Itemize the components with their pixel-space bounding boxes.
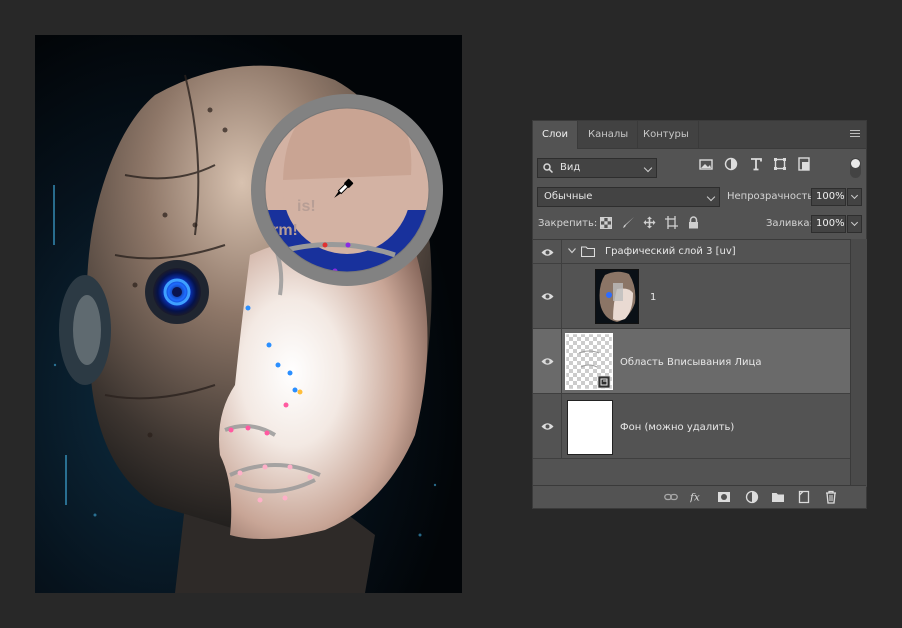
artwork: is! form! (35, 35, 462, 593)
new-group-folder-icon[interactable] (771, 490, 785, 504)
chevron-down-icon (850, 218, 859, 227)
layer-row-group[interactable]: Графический слой 3 [uv] (533, 240, 850, 264)
lock-artboard-icon[interactable] (665, 216, 678, 229)
filter-shape-layers-icon[interactable] (773, 157, 787, 171)
delete-layer-icon[interactable] (824, 490, 838, 504)
lock-position-icon[interactable] (643, 216, 656, 229)
layer-name: Графический слой 3 [uv] (605, 246, 736, 257)
layer-styles-fx-icon[interactable]: fx (690, 490, 704, 504)
layer-thumbnail-transparent (565, 333, 613, 390)
lock-all-icon[interactable] (688, 216, 699, 229)
filter-label: Вид (560, 162, 581, 173)
fill-input[interactable]: 100% (811, 215, 846, 233)
layer-thumbnail-white (567, 400, 613, 455)
filter-toggle[interactable] (850, 158, 861, 178)
layer-row-background[interactable]: Фон (можно удалить) (533, 394, 850, 459)
opacity-slider-toggle[interactable] (847, 188, 862, 206)
tab-layers[interactable]: Слои (533, 121, 578, 149)
add-mask-icon[interactable] (717, 490, 731, 504)
layer-row-1[interactable]: 1 (533, 264, 850, 329)
link-layers-icon[interactable] (664, 490, 678, 504)
layer-thumbnail-robot (595, 269, 639, 324)
layer-name: Область Вписывания Лица (620, 357, 762, 368)
filter-type-layers-icon[interactable] (749, 157, 763, 171)
document-canvas[interactable]: is! form! (35, 35, 462, 593)
blend-mode-value: Обычные (544, 191, 593, 202)
lock-image-pixels-icon[interactable] (622, 216, 635, 229)
fill-label: Заливка: (766, 218, 813, 229)
filter-adjustment-layers-icon[interactable] (724, 157, 738, 171)
lock-transparent-pixels-icon[interactable] (600, 217, 612, 229)
chevron-down-icon (643, 163, 653, 173)
chevron-down-icon (706, 192, 716, 202)
folder-icon (581, 246, 595, 257)
filter-smart-objects-icon[interactable] (797, 157, 811, 171)
visibility-eye-icon[interactable] (541, 248, 554, 257)
new-layer-icon[interactable] (797, 490, 811, 504)
visibility-eye-icon[interactable] (541, 292, 554, 301)
panel-menu-icon[interactable] (850, 130, 860, 139)
chevron-down-icon (850, 191, 859, 200)
layer-filter-dropdown[interactable]: Вид (537, 158, 657, 178)
new-adjustment-layer-icon[interactable] (745, 490, 759, 504)
lock-label: Закрепить: (538, 218, 598, 229)
chevron-down-icon[interactable] (568, 248, 576, 254)
opacity-input[interactable]: 100% (811, 188, 846, 206)
layer-name: Фон (можно удалить) (620, 422, 735, 433)
search-icon (543, 163, 553, 173)
blend-mode-dropdown[interactable]: Обычные (537, 187, 720, 207)
fill-slider-toggle[interactable] (847, 215, 862, 233)
layers-panel: Слои Каналы Контуры Вид Обычные Непрозра… (532, 120, 867, 509)
opacity-label: Непрозрачность: (727, 191, 817, 202)
layers-scrollbar[interactable] (850, 239, 867, 487)
filter-pixel-layers-icon[interactable] (699, 157, 713, 171)
tab-channels[interactable]: Каналы (579, 121, 639, 148)
visibility-eye-icon[interactable] (541, 422, 554, 431)
layer-row-smart-object[interactable]: Область Вписывания Лица (533, 329, 850, 394)
panel-tabbar: Слои Каналы Контуры (533, 121, 866, 149)
layers-list: Графический слой 3 [uv] 1 Область Вписыв… (533, 239, 850, 488)
visibility-eye-icon[interactable] (541, 357, 554, 366)
loupe-artwork-text-1: is! (297, 198, 316, 215)
svg-text:fx: fx (690, 492, 700, 504)
tab-paths[interactable]: Контуры (634, 121, 699, 148)
layer-name: 1 (650, 292, 657, 303)
layers-bottom-toolbar: fx (533, 485, 866, 508)
